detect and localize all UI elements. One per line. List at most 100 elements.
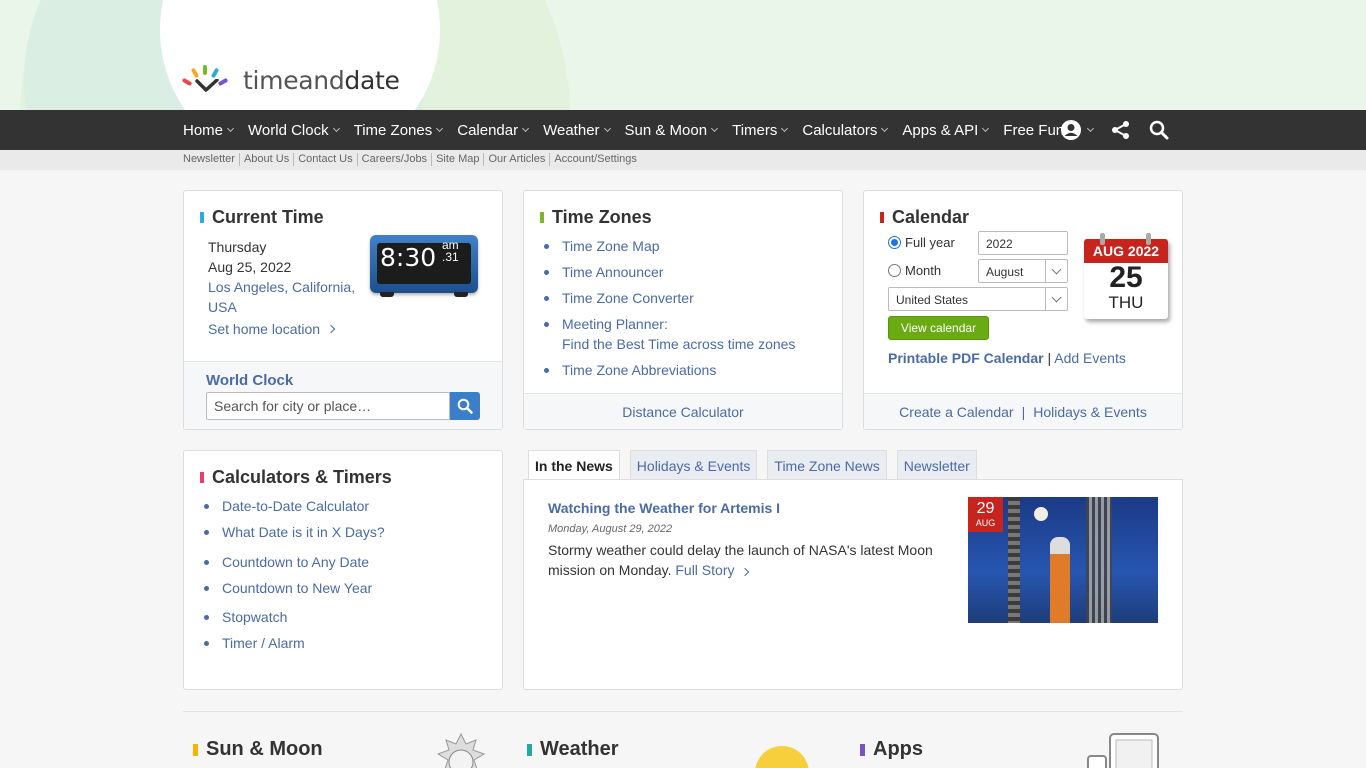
subnav-careers-jobs[interactable]: Careers/Jobs (356, 153, 431, 166)
news-date: Monday, August 29, 2022 (548, 523, 673, 535)
calendar-page-icon: AUG 2022 25 THU (1080, 231, 1176, 323)
site-logo[interactable]: timeanddate (181, 62, 400, 98)
nav-item-world-clock[interactable]: World Clock (248, 122, 340, 139)
chevron-down-icon (603, 124, 611, 133)
nav-item-time-zones[interactable]: Time Zones (354, 122, 444, 139)
search-icon[interactable] (1149, 120, 1169, 140)
nav-item-weather[interactable]: Weather (543, 122, 611, 139)
news-panel: Watching the Weather for Artemis I Monda… (523, 479, 1183, 690)
chevron-down-icon (881, 124, 889, 133)
view-calendar-button[interactable]: View calendar (888, 316, 989, 340)
add-events-link[interactable]: Add Events (1054, 350, 1126, 366)
link-timer-alarm[interactable]: Timer / Alarm (200, 633, 385, 653)
link-time-announcer[interactable]: Time Announcer (540, 262, 795, 282)
current-day: Thursday (208, 239, 267, 255)
time-zones-card: Time Zones Time Zone Map Time Announcer … (523, 190, 843, 430)
link-countdown-new-year[interactable]: Countdown to New Year (200, 578, 385, 598)
link-meeting-planner[interactable]: Meeting Planner: (540, 314, 795, 334)
subnav-our-articles[interactable]: Our Articles (483, 153, 549, 166)
distance-calculator-link[interactable]: Distance Calculator (524, 393, 842, 429)
create-calendar-link[interactable]: Create a Calendar (899, 404, 1013, 420)
nav-item-timers[interactable]: Timers (732, 122, 789, 139)
weather-sun-icon (755, 746, 809, 768)
world-clock-search: World Clock Search for city or place… (184, 361, 502, 429)
month-select[interactable]: August (978, 259, 1068, 283)
chevron-down-icon (1086, 124, 1095, 133)
link-time-zone-converter[interactable]: Time Zone Converter (540, 288, 795, 308)
current-date: Aug 25, 2022 (208, 259, 292, 275)
news-date-badge: 29 AUG (968, 497, 1003, 532)
full-story-link[interactable]: Full Story (675, 562, 750, 578)
calendar-card: Calendar Full year 2022 Month August Uni… (863, 190, 1183, 430)
link-date-to-date[interactable]: Date-to-Date Calculator (200, 496, 385, 516)
current-time-card: Current Time Thursday Aug 25, 2022 Los A… (183, 190, 503, 430)
search-icon (457, 398, 473, 414)
link-what-date-x-days[interactable]: What Date is it in X Days? (200, 522, 385, 542)
nav-item-sun-moon[interactable]: Sun & Moon (625, 122, 719, 139)
city-search-input[interactable]: Search for city or place… (206, 392, 450, 420)
calendar-links: Printable PDF Calendar | Add Events (888, 350, 1126, 366)
account-icon[interactable] (1060, 119, 1095, 141)
chevron-right-icon (326, 324, 336, 334)
country-select[interactable]: United States (888, 287, 1068, 311)
nav-item-calculators[interactable]: Calculators (802, 122, 889, 139)
subnav-site-map[interactable]: Site Map (431, 153, 483, 166)
time-zones-links: Time Zone Map Time Announcer Time Zone C… (540, 236, 795, 380)
logo-text: timeanddate (243, 65, 400, 95)
news-image[interactable]: 29 AUG (968, 497, 1158, 623)
year-input[interactable]: 2022 (978, 231, 1068, 255)
world-clock-title[interactable]: World Clock (206, 372, 293, 389)
current-location-line1[interactable]: Los Angeles, California, (208, 277, 355, 297)
apps-heading: Apps (860, 738, 923, 761)
tab-in-the-news[interactable]: In the News (528, 450, 620, 481)
clock-time: 8:30 (380, 243, 437, 272)
link-stopwatch[interactable]: Stopwatch (200, 607, 385, 627)
city-search-button[interactable] (450, 392, 480, 420)
clock-ampm: am .31 (442, 238, 459, 264)
calculators-links: Date-to-Date Calculator What Date is it … (200, 496, 385, 653)
radio-unchecked-icon (888, 264, 901, 277)
weather-heading: Weather (527, 738, 619, 761)
subnav-account-settings[interactable]: Account/Settings (549, 153, 641, 166)
sun-moon-icon (436, 732, 486, 768)
calendar-footer: Create a Calendar | Holidays & Events (864, 393, 1182, 429)
tab-time-zone-news[interactable]: Time Zone News (767, 450, 887, 480)
printable-pdf-link[interactable]: Printable PDF Calendar (888, 350, 1044, 366)
holidays-events-link[interactable]: Holidays & Events (1033, 404, 1147, 420)
sun-moon-heading: Sun & Moon (193, 738, 323, 761)
full-year-radio[interactable]: Full year (888, 235, 955, 250)
calculators-heading: Calculators & Timers (200, 467, 392, 488)
nav-item-home[interactable]: Home (183, 122, 235, 139)
set-home-location-link[interactable]: Set home location (208, 321, 336, 337)
chevron-right-icon (741, 567, 750, 577)
chevron-down-icon (436, 124, 444, 133)
digital-clock-icon: 8:30 am .31 (370, 235, 478, 299)
chevron-down-icon (1045, 260, 1067, 282)
link-time-zone-map[interactable]: Time Zone Map (540, 236, 795, 256)
tab-newsletter[interactable]: Newsletter (896, 450, 977, 480)
current-location-line2[interactable]: USA (208, 297, 355, 317)
subnav-newsletter[interactable]: Newsletter (183, 153, 239, 166)
chevron-down-icon (781, 124, 789, 133)
news-headline[interactable]: Watching the Weather for Artemis I (548, 500, 780, 516)
current-time-info: Thursday Aug 25, 2022 Los Angeles, Calif… (208, 237, 355, 317)
chevron-down-icon (982, 124, 990, 133)
tab-holidays-events[interactable]: Holidays & Events (629, 450, 758, 480)
main-nav: Home World Clock Time Zones Calendar Wea… (0, 110, 1366, 150)
current-time-heading: Current Time (200, 207, 324, 228)
secondary-nav: Newsletter About Us Contact Us Careers/J… (0, 150, 1366, 170)
nav-item-calendar[interactable]: Calendar (457, 122, 530, 139)
section-divider (183, 711, 1183, 712)
news-summary: Stormy weather could delay the launch of… (548, 542, 933, 578)
link-meeting-planner-sub[interactable]: Find the Best Time across time zones (540, 334, 795, 354)
calendar-heading: Calendar (880, 207, 969, 228)
share-icon[interactable] (1111, 120, 1131, 140)
month-radio[interactable]: Month (888, 263, 941, 278)
link-time-zone-abbreviations[interactable]: Time Zone Abbreviations (540, 360, 795, 380)
chevron-down-icon (711, 124, 719, 133)
subnav-contact-us[interactable]: Contact Us (293, 153, 356, 166)
subnav-about-us[interactable]: About Us (238, 153, 293, 166)
nav-item-apps-api[interactable]: Apps & API (902, 122, 990, 139)
devices-icon (1087, 733, 1159, 768)
link-countdown-any-date[interactable]: Countdown to Any Date (200, 552, 385, 572)
